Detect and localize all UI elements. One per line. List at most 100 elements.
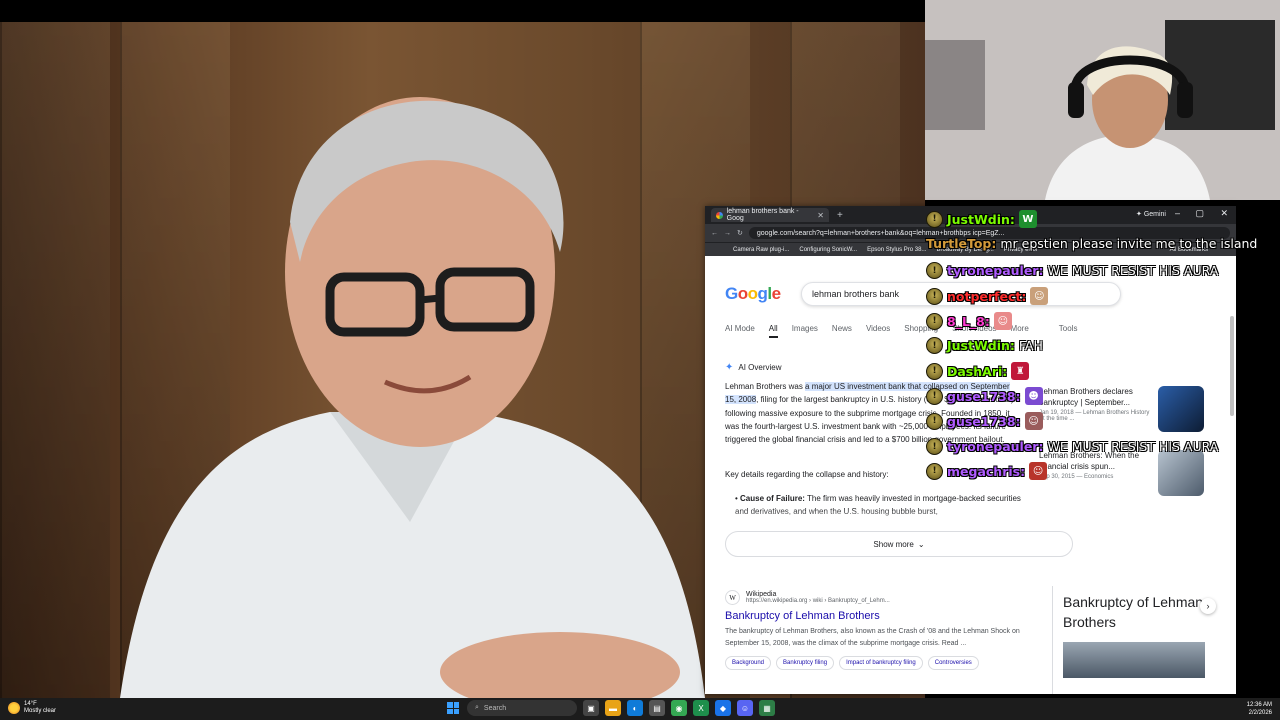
taskbar-search-label: Search xyxy=(483,704,507,712)
weather-desc: Mostly clear xyxy=(24,708,57,714)
sitelink-chip[interactable]: Bankruptcy filing xyxy=(776,656,835,670)
weather-widget[interactable]: 14°F Mostly clear xyxy=(8,701,56,715)
reload-icon[interactable]: ↻ xyxy=(737,229,743,237)
app-icon[interactable]: ◆ xyxy=(715,700,731,716)
close-window-icon[interactable]: ✕ xyxy=(1220,208,1228,219)
sitelink-chip[interactable]: Background xyxy=(725,656,772,670)
source-thumbnail xyxy=(1158,450,1204,496)
chat-username: megachris: xyxy=(947,463,1026,479)
chat-text: mr epstien please invite me to the islan… xyxy=(1000,236,1258,251)
weather-temp: 14°F xyxy=(24,701,37,707)
clock-date: 2/2/2026 xyxy=(1248,710,1272,716)
excel-icon[interactable]: X xyxy=(693,700,709,716)
close-tab-icon[interactable]: ✕ xyxy=(817,211,824,220)
chat-username: tyronepauler: xyxy=(947,439,1044,454)
tab-images[interactable]: Images xyxy=(792,324,818,338)
source-title: Lehman Brothers declares bankruptcy | Se… xyxy=(1039,387,1133,407)
search-icon: ⌕ xyxy=(475,704,479,711)
system-clock[interactable]: 12:36 AM 2/2/2026 xyxy=(1247,701,1272,717)
page-scrollbar[interactable] xyxy=(1230,316,1234,416)
taskbar-search[interactable]: ⌕ Search xyxy=(467,700,577,716)
ai-overview-label: AI Overview xyxy=(738,363,782,372)
chevron-right-icon[interactable]: › xyxy=(1200,598,1216,614)
result-url[interactable]: https://en.wikipedia.org › wiki › Bankru… xyxy=(746,598,890,604)
tab-tools[interactable]: Tools xyxy=(1059,324,1078,338)
badge-icon: ! xyxy=(926,362,943,380)
wikipedia-icon: W xyxy=(725,590,740,605)
badge-icon: ! xyxy=(926,462,943,480)
forward-icon[interactable]: → xyxy=(724,230,731,237)
bullet-label: Cause of Failure: xyxy=(740,494,805,503)
google-logo[interactable]: Google xyxy=(725,284,781,304)
edge-icon[interactable]: ◐ xyxy=(627,700,643,716)
tab-videos[interactable]: Videos xyxy=(866,324,890,338)
chat-username: JustWdin: xyxy=(947,211,1015,227)
emote-icon: ☺ xyxy=(1030,287,1049,305)
emote-icon: ♜ xyxy=(1011,362,1030,380)
chat-username: guse1738: xyxy=(947,388,1021,404)
chat-username: guse1738: xyxy=(947,413,1021,429)
tab-more[interactable]: More xyxy=(1011,324,1029,338)
back-icon[interactable]: ← xyxy=(711,230,718,237)
search-tabs: AI Mode All Images News Videos Shopping … xyxy=(725,324,1077,338)
file-explorer-icon[interactable]: ▬ xyxy=(605,700,621,716)
chat-username: JustWdin: xyxy=(947,338,1015,353)
badge-icon: ! xyxy=(926,262,943,279)
chat-username: 8_L_8: xyxy=(947,313,990,329)
app-icon[interactable]: ▦ xyxy=(759,700,775,716)
google-favicon-icon xyxy=(716,211,723,219)
sitelink-chip[interactable]: Controversies xyxy=(927,656,979,670)
chat-message: ! DashAri: ♜ xyxy=(926,362,1030,380)
source-meta: Sep 30, 2015 — Economics xyxy=(1039,474,1114,480)
badge-icon: ! xyxy=(926,412,943,430)
chat-message: ! guse1738: ☺ xyxy=(926,412,1043,430)
chevron-down-icon: ⌄ xyxy=(917,539,925,549)
tab-news[interactable]: News xyxy=(832,324,852,338)
source-card[interactable]: Lehman Brothers declares bankruptcy | Se… xyxy=(1039,386,1204,432)
badge-icon: ! xyxy=(926,337,943,354)
chat-message: ! JustWdin: W xyxy=(926,210,1037,228)
emote-icon: ☺ xyxy=(1029,462,1048,480)
bookmark-item[interactable]: Configuring SonicW... xyxy=(799,247,857,253)
task-view-icon[interactable]: ▣ xyxy=(583,700,599,716)
chat-text: WE MUST RESIST HIS AURA xyxy=(1047,439,1219,454)
badge-icon: ! xyxy=(926,312,943,330)
show-more-label: Show more xyxy=(873,539,914,549)
browser-tab[interactable]: lehman brothers bank - Goog ✕ xyxy=(711,208,829,222)
weather-icon xyxy=(8,702,20,714)
plus-icon[interactable]: + xyxy=(837,210,843,221)
chat-username: DashAri: xyxy=(947,363,1008,379)
gemini-button[interactable]: ✦ Gemini xyxy=(1136,210,1166,218)
store-icon[interactable]: ▤ xyxy=(649,700,665,716)
result-site-name: Wikipedia xyxy=(746,591,777,598)
chat-text: FAH xyxy=(1018,338,1043,353)
badge-icon: ! xyxy=(926,387,943,405)
result-sitelinks: Background Bankruptcy filing Impact of b… xyxy=(725,656,1035,670)
chrome-icon[interactable]: ◉ xyxy=(671,700,687,716)
chat-message: ! 8_L_8: ☺ xyxy=(926,312,1012,330)
result-title-link[interactable]: Bankruptcy of Lehman Brothers xyxy=(725,610,1035,622)
sparkle-icon: ✦ xyxy=(725,362,734,373)
discord-icon[interactable]: ☺ xyxy=(737,700,753,716)
bookmark-item[interactable]: Camera Raw plug-i... xyxy=(733,247,789,253)
badge-icon: ! xyxy=(926,287,943,305)
chat-username: notperfect: xyxy=(947,288,1027,304)
start-button[interactable] xyxy=(445,700,461,716)
bookmark-item[interactable]: Epson Stylus Pro 38... xyxy=(867,247,926,253)
sitelink-chip[interactable]: Impact of bankruptcy filing xyxy=(839,656,923,670)
maximize-icon[interactable]: ▢ xyxy=(1195,208,1204,219)
knowledge-panel-image[interactable] xyxy=(1063,642,1205,678)
show-more-button[interactable]: Show more ⌄ xyxy=(725,531,1073,557)
windows-taskbar: 14°F Mostly clear ⌕ Search ▣ ▬ ◐ ▤ ◉ X ◆ ☺… xyxy=(0,698,1280,720)
source-card[interactable]: Lehman Brothers: When the financial cris… xyxy=(1039,450,1204,496)
chat-message: ! megachris: ☺ xyxy=(926,462,1048,480)
chat-username: TurtleTop: xyxy=(926,236,997,251)
badge-icon: ! xyxy=(926,438,943,455)
emote-icon: W xyxy=(1018,210,1037,228)
tab-all[interactable]: All xyxy=(768,324,778,338)
tab-ai-mode[interactable]: AI Mode xyxy=(725,324,755,338)
tab-title: lehman brothers bank - Goog xyxy=(726,208,799,222)
result-snippet: The bankruptcy of Lehman Brothers, also … xyxy=(725,628,1020,647)
minimize-icon[interactable]: – xyxy=(1175,208,1180,218)
chat-username: tyronepauler: xyxy=(947,263,1044,278)
